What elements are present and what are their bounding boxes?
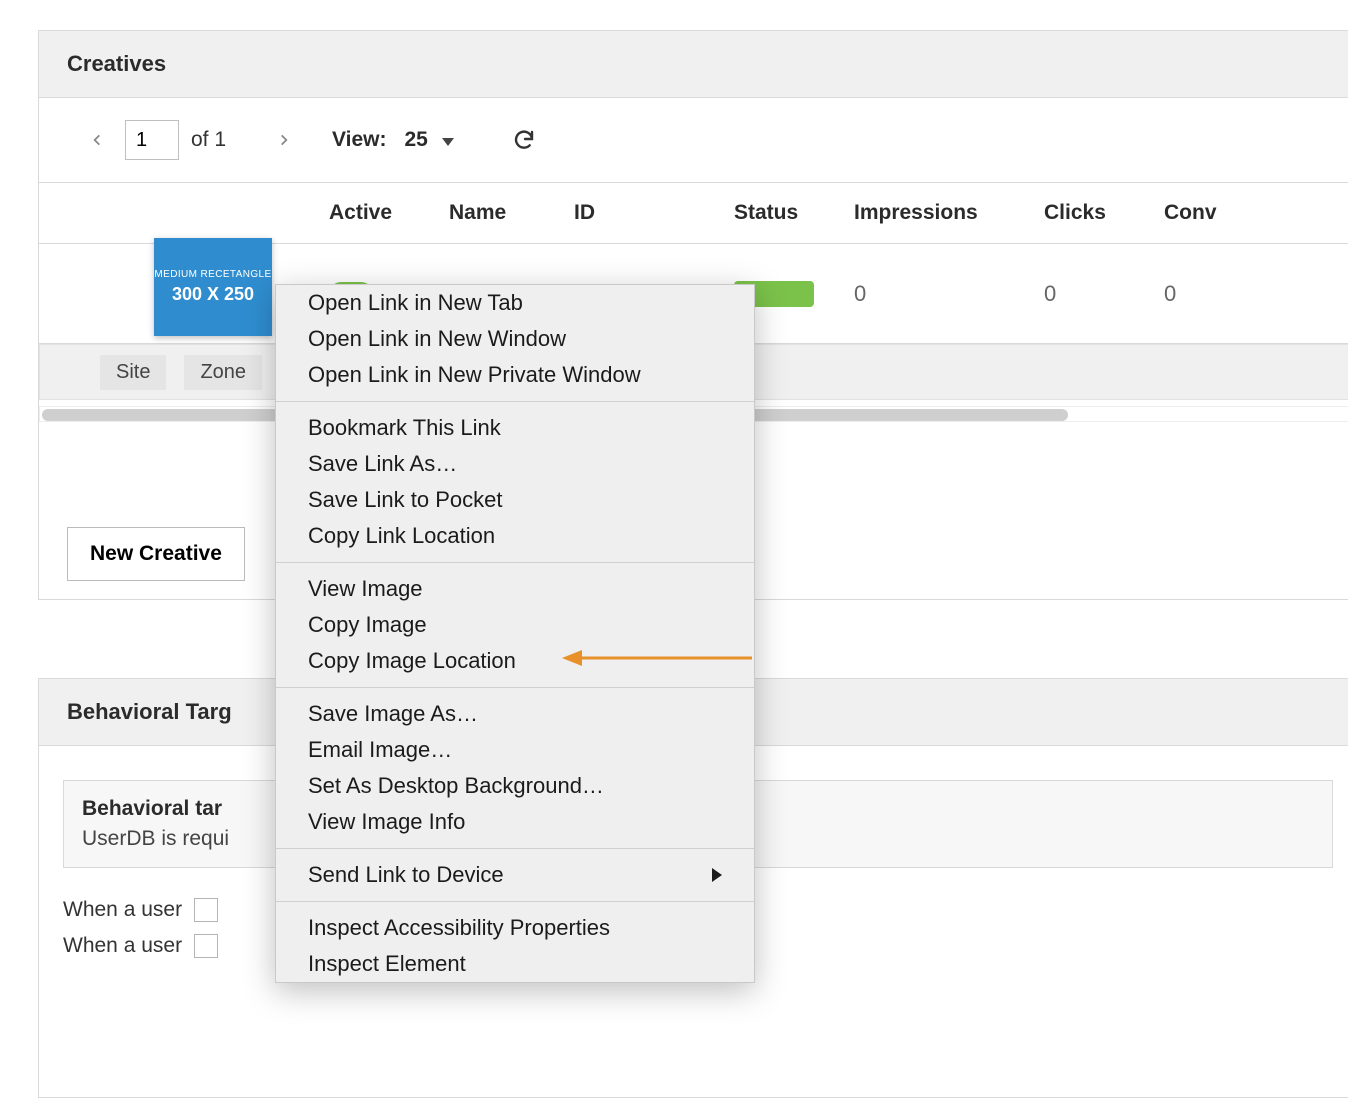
menu-inspect-element[interactable]: Inspect Element [276, 946, 754, 982]
col-name[interactable]: Name [449, 201, 574, 225]
submenu-arrow-icon [712, 868, 722, 882]
context-menu: Open Link in New Tab Open Link in New Wi… [275, 284, 755, 983]
cell-conversions: 0 [1164, 281, 1284, 307]
menu-separator [276, 562, 754, 563]
next-page-button[interactable] [274, 130, 294, 150]
menu-separator [276, 687, 754, 688]
new-creative-button[interactable]: New Creative [67, 527, 245, 581]
page-number-input[interactable] [125, 120, 179, 160]
pagination-toolbar: of 1 View: 25 [39, 98, 1348, 183]
menu-copy-image-location[interactable]: Copy Image Location [276, 643, 754, 679]
thumb-label-dim: 300 X 250 [172, 284, 254, 305]
cell-clicks: 0 [1044, 281, 1164, 307]
menu-inspect-accessibility[interactable]: Inspect Accessibility Properties [276, 910, 754, 946]
when-checkbox-1[interactable] [194, 898, 218, 922]
cell-impressions: 0 [854, 281, 1044, 307]
chevron-left-icon [90, 129, 104, 151]
creative-thumbnail[interactable]: MEDIUM RECETANGLE 300 X 250 [154, 238, 272, 336]
menu-send-link-device[interactable]: Send Link to Device [276, 857, 754, 893]
chevron-right-icon [277, 129, 291, 151]
menu-save-link-pocket[interactable]: Save Link to Pocket [276, 482, 754, 518]
when-label-1: When a user [63, 898, 182, 922]
refresh-icon [512, 128, 536, 152]
col-active[interactable]: Active [329, 201, 449, 225]
col-clicks[interactable]: Clicks [1044, 201, 1164, 225]
table-header-row: Active Name ID Status Impressions Clicks… [39, 183, 1348, 244]
menu-open-link-private[interactable]: Open Link in New Private Window [276, 357, 754, 393]
col-id[interactable]: ID [574, 201, 734, 225]
col-impressions[interactable]: Impressions [854, 201, 1044, 225]
menu-set-desktop-bg[interactable]: Set As Desktop Background… [276, 768, 754, 804]
menu-email-image[interactable]: Email Image… [276, 732, 754, 768]
menu-view-image[interactable]: View Image [276, 571, 754, 607]
when-checkbox-2[interactable] [194, 934, 218, 958]
caret-down-icon [442, 138, 454, 146]
menu-open-link-new-window[interactable]: Open Link in New Window [276, 321, 754, 357]
view-size-value: 25 [405, 128, 428, 151]
col-conversions[interactable]: Conv [1164, 201, 1284, 225]
refresh-button[interactable] [512, 128, 536, 152]
menu-bookmark-link[interactable]: Bookmark This Link [276, 410, 754, 446]
page-total-label: of 1 [191, 128, 226, 152]
creatives-header: Creatives [39, 31, 1348, 98]
menu-separator [276, 901, 754, 902]
menu-save-link-as[interactable]: Save Link As… [276, 446, 754, 482]
menu-save-image-as[interactable]: Save Image As… [276, 696, 754, 732]
menu-separator [276, 848, 754, 849]
prev-page-button[interactable] [87, 130, 107, 150]
menu-view-image-info[interactable]: View Image Info [276, 804, 754, 840]
menu-copy-image[interactable]: Copy Image [276, 607, 754, 643]
view-size-dropdown[interactable]: 25 [405, 128, 455, 152]
when-label-2: When a user [63, 934, 182, 958]
col-status[interactable]: Status [734, 201, 854, 225]
view-label: View: [332, 128, 386, 152]
filter-site[interactable]: Site [100, 355, 166, 390]
menu-open-link-new-tab[interactable]: Open Link in New Tab [276, 285, 754, 321]
filter-zone[interactable]: Zone [184, 355, 262, 390]
menu-copy-link-location[interactable]: Copy Link Location [276, 518, 754, 554]
menu-separator [276, 401, 754, 402]
thumb-label-top: MEDIUM RECETANGLE [154, 269, 271, 280]
menu-send-link-device-label: Send Link to Device [308, 862, 504, 888]
